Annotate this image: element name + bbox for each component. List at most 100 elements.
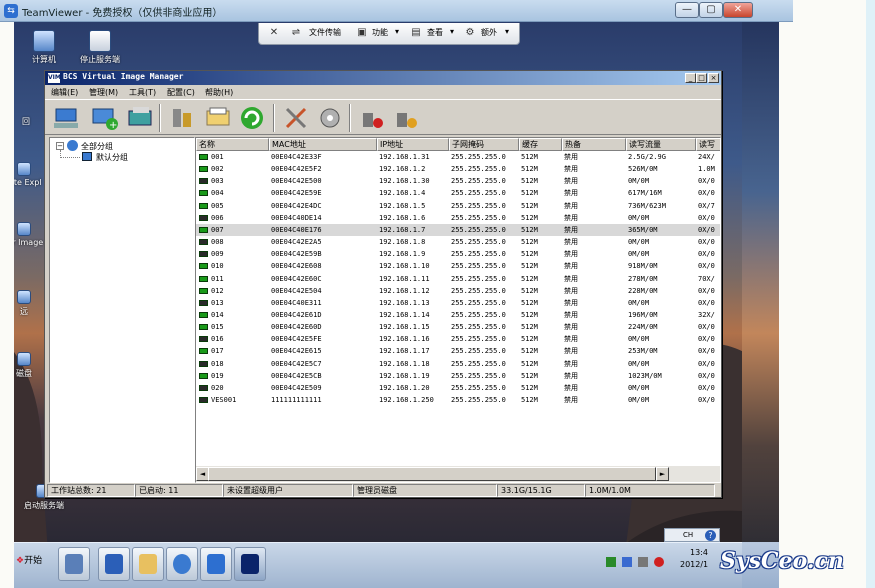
cell-ip: 192.168.1.16: [379, 335, 430, 344]
tv-view-menu[interactable]: 查看: [427, 27, 443, 38]
scroll-right-arrow[interactable]: ►: [656, 467, 669, 481]
menu-tools[interactable]: 工具(T): [129, 87, 156, 98]
cell-ip: 192.168.1.2: [379, 165, 426, 174]
toolbar-image-button[interactable]: [203, 103, 233, 133]
toolbar-add-workstation-button[interactable]: +: [89, 103, 119, 133]
vim-minimize-button[interactable]: _: [685, 73, 696, 83]
taskbar-app-powershell[interactable]: [98, 547, 130, 581]
cell-traffic: 0M/0M: [628, 359, 650, 368]
vim-window: VIM BCS Virtual Image Manager _ □ × 编辑(E…: [44, 70, 722, 498]
taskbar-app-ie[interactable]: [166, 547, 198, 581]
table-row[interactable]: 017 00E04C42E615 192.168.1.17 255.255.255.0…: [196, 345, 720, 357]
toolbar-settings-button[interactable]: [315, 103, 345, 133]
table-row[interactable]: 007 00E04C40E176 192.168.1.7 255.255.255.0 5…: [196, 223, 720, 236]
table-row[interactable]: 004 00E04C42E59E 192.168.1.4 255.255.255.0 5…: [196, 187, 720, 199]
table-row[interactable]: 006 00E04C40DE14 192.168.1.6 255.255.255.0 5…: [196, 212, 720, 224]
toolbar-edit-workstation-button[interactable]: [125, 103, 155, 133]
desktop-icon-disk[interactable]: 磁盘: [14, 352, 44, 379]
column-header-traffic[interactable]: 读写流量: [626, 138, 696, 151]
table-row[interactable]: 015 00E04C42E60D 192.168.1.15 255.255.255.0…: [196, 321, 720, 333]
column-header-hotspare[interactable]: 热备: [562, 138, 626, 151]
cell-mask: 255.255.255.0: [451, 396, 506, 404]
menu-edit[interactable]: 编辑(E): [51, 87, 78, 98]
desktop-icon-recycle[interactable]: 回: [14, 116, 46, 127]
cell-rw: 0X/0: [698, 238, 715, 247]
cell-cache: 512M: [521, 359, 538, 368]
scrollbar-thumb[interactable]: [208, 467, 656, 481]
toolbar-user-delete-button[interactable]: [357, 103, 387, 133]
start-button[interactable]: ❖开始: [16, 553, 42, 566]
toolbar-tools-button[interactable]: [281, 103, 311, 133]
tray-flag-icon[interactable]: [606, 557, 616, 567]
taskbar-app-teamviewer[interactable]: [200, 547, 232, 581]
horizontal-scrollbar[interactable]: ◄ ►: [196, 466, 720, 482]
toolbar-boot-button[interactable]: [167, 103, 197, 133]
desktop-icon-ie[interactable]: Inte Expl: [14, 162, 44, 187]
cell-traffic: 0M/0M: [628, 250, 650, 259]
vim-maximize-button[interactable]: □: [696, 73, 707, 83]
vim-menubar: 编辑(E) 管理(M) 工具(T) 配置(C) 帮助(H): [45, 85, 721, 99]
tv-extras-menu[interactable]: 额外: [481, 27, 497, 38]
table-row[interactable]: 002 00E04C42E5F2 192.168.1.2 255.255.255.0 5…: [196, 163, 720, 175]
taskbar-app-server-manager[interactable]: [58, 547, 90, 581]
toolbar-user-edit-button[interactable]: [391, 103, 421, 133]
table-row[interactable]: 001 00E04C42E33F 192.168.1.31 255.255.255.0…: [196, 151, 720, 163]
table-row[interactable]: 013 00E04C40E311 192.168.1.13 255.255.255.0…: [196, 297, 720, 309]
table-row[interactable]: 018 00E04C42E5C7 192.168.1.18 255.255.255.0…: [196, 358, 720, 370]
taskbar-app-explorer[interactable]: [132, 547, 164, 581]
vim-close-button[interactable]: ×: [708, 73, 719, 83]
toolbar-refresh-button[interactable]: [237, 103, 267, 133]
column-header-ip[interactable]: IP地址: [377, 138, 449, 151]
column-header-mac[interactable]: MAC地址: [269, 138, 377, 151]
tv-function-menu[interactable]: 功能: [372, 27, 388, 38]
desktop-icon-stop-server[interactable]: 停止服务端: [74, 30, 126, 65]
column-header-name[interactable]: 名称: [196, 138, 269, 151]
table-row[interactable]: 019 00E04C42E5CB 192.168.1.19 255.255.255.0…: [196, 370, 720, 382]
taskbar-app-vim[interactable]: [234, 547, 266, 581]
tray-volume-icon[interactable]: [638, 557, 648, 567]
table-row[interactable]: 010 00E04C42E608 192.168.1.10 255.255.255.0…: [196, 260, 720, 272]
language-bar[interactable]: CH ?: [664, 528, 720, 542]
clock-time[interactable]: 13:4: [690, 548, 708, 557]
teamviewer-close-button[interactable]: ✕: [723, 2, 753, 18]
table-row[interactable]: 016 00E04C42E5FE 192.168.1.16 255.255.255.0…: [196, 333, 720, 345]
help-icon[interactable]: ?: [705, 530, 716, 541]
vim-titlebar[interactable]: VIM BCS Virtual Image Manager _ □ ×: [45, 71, 721, 85]
column-header-mask[interactable]: 子网掩码: [449, 138, 519, 151]
table-row[interactable]: 009 00E04C42E59B 192.168.1.9 255.255.255.0 5…: [196, 248, 720, 260]
table-row[interactable]: 012 00E04C42E504 192.168.1.12 255.255.255.0…: [196, 285, 720, 297]
cell-mac: 00E04C42E2A5: [271, 238, 322, 247]
column-header-cache[interactable]: 缓存: [519, 138, 562, 151]
toolbar-network-button[interactable]: [51, 103, 81, 133]
tray-network-icon[interactable]: [622, 557, 632, 567]
tray-alert-icon[interactable]: [654, 557, 664, 567]
table-row[interactable]: 014 00E04C42E61D 192.168.1.14 255.255.255.0…: [196, 309, 720, 321]
tv-close-session-icon[interactable]: ✕: [269, 28, 279, 38]
teamviewer-maximize-button[interactable]: ▢: [699, 2, 723, 18]
table-row[interactable]: 003 00E04C42E500 192.168.1.30 255.255.255.0…: [196, 175, 720, 187]
table-row[interactable]: VES001 111111111111 192.168.1.250 255.255.2…: [196, 394, 720, 406]
column-header-rw[interactable]: 读写: [696, 138, 720, 151]
desktop-icon-computer[interactable]: 计算机: [18, 30, 70, 65]
cell-traffic: 2.5G/2.9G: [628, 153, 666, 161]
tv-file-transfer-button[interactable]: 文件传输: [309, 27, 341, 38]
desktop-icon-vim[interactable]: Vir Image: [14, 222, 44, 247]
teamviewer-titlebar[interactable]: ⇆ TeamViewer - 免费授权（仅供非商业应用） — ▢ ✕: [0, 0, 793, 22]
table-row[interactable]: 020 00E04C42E509 192.168.1.20 255.255.255.0…: [196, 382, 720, 394]
clock-date[interactable]: 2012/1: [680, 560, 708, 569]
menu-help[interactable]: 帮助(H): [205, 87, 233, 98]
menu-manage[interactable]: 管理(M): [89, 87, 118, 98]
language-indicator[interactable]: CH: [683, 531, 693, 539]
tree-node-all-groups[interactable]: 全部分组: [81, 141, 113, 152]
cell-mac: 00E04C42E500: [271, 177, 322, 186]
table-row[interactable]: 011 00E04C42E60C 192.168.1.11 255.255.255.0…: [196, 273, 720, 285]
table-row[interactable]: 008 00E04C42E2A5 192.168.1.8 255.255.255.0 5…: [196, 236, 720, 248]
teamviewer-minimize-button[interactable]: —: [675, 2, 699, 18]
tree-collapse-toggle[interactable]: −: [56, 142, 64, 150]
menu-config[interactable]: 配置(C): [167, 87, 195, 98]
cell-rw: 0X/0: [698, 177, 715, 186]
cell-cache: 512M: [521, 347, 538, 356]
tree-node-default-group[interactable]: 默认分组: [96, 152, 128, 163]
desktop-icon-remote[interactable]: 远: [14, 290, 44, 317]
table-row[interactable]: 005 00E04C42E4DC 192.168.1.5 255.255.255.0 5…: [196, 200, 720, 212]
